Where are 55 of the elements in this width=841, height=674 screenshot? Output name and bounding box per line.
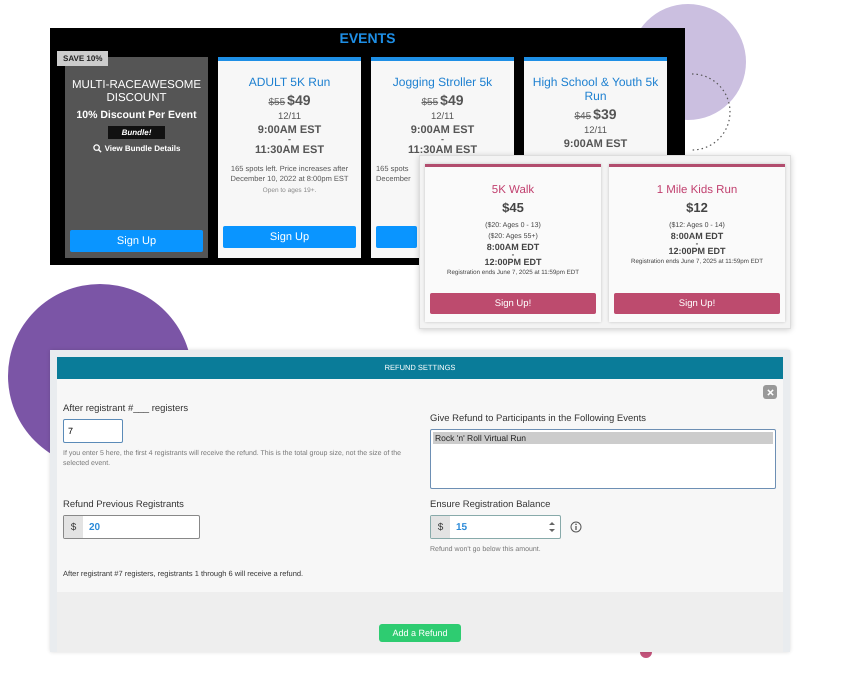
- end-time: 12:00PM EDT: [484, 257, 542, 267]
- old-price: $45: [574, 111, 592, 122]
- start-time: 9:00AM EST: [564, 138, 628, 150]
- sign-up-button[interactable]: Sign Up: [223, 226, 356, 248]
- info-icon[interactable]: [570, 521, 582, 533]
- search-icon: [92, 144, 102, 153]
- event-option[interactable]: Rock 'n' Roll Virtual Run: [433, 432, 773, 444]
- event-price: $45: [502, 200, 524, 215]
- event-price: $12: [686, 200, 708, 215]
- bundle-badge: Bundle!: [108, 126, 166, 139]
- close-icon: [766, 388, 774, 396]
- time-separator: -: [441, 136, 444, 142]
- time-separator: -: [512, 252, 514, 257]
- field-label: Ensure Registration Balance: [430, 499, 550, 510]
- bundle-title: MULTI-RACEAWESOME DISCOUNT: [70, 79, 202, 105]
- close-button[interactable]: [763, 385, 777, 399]
- events-listbox[interactable]: Rock 'n' Roll Virtual Run: [430, 429, 776, 489]
- refund-amount-field[interactable]: $ 20: [63, 515, 200, 539]
- event-price: $49: [440, 92, 464, 108]
- event-title: High School & Youth 5k Run: [532, 75, 660, 103]
- field-label: Give Refund to Participants in the Following Events: [430, 413, 646, 424]
- field-label: After registrant #___ registers: [63, 403, 188, 414]
- sign-up-button[interactable]: Sign Up!: [430, 293, 596, 314]
- spinner-icon[interactable]: [548, 520, 556, 534]
- event-date: 12/11: [278, 111, 302, 122]
- event-date: 12/11: [430, 111, 454, 122]
- old-price: $55: [421, 97, 438, 108]
- start-time: 9:00AM EST: [258, 124, 322, 136]
- event-title: ADULT 5K Run: [248, 75, 330, 89]
- old-price: $55: [268, 97, 286, 108]
- event-date: 12/11: [584, 125, 608, 136]
- time-separator: -: [288, 136, 291, 142]
- end-time: 11:30AM EST: [408, 144, 478, 156]
- events-heading: EVENTS: [338, 30, 396, 48]
- event-title: 1 Mile Kids Run: [656, 184, 738, 196]
- event-title: 5K Walk: [492, 184, 534, 196]
- event-price: $39: [593, 106, 617, 122]
- event-price: $49: [287, 92, 311, 108]
- start-time: 8:00AM EDT: [486, 242, 540, 252]
- start-time: 9:00AM EST: [410, 124, 474, 136]
- time-separator: -: [696, 241, 698, 246]
- event-title: Jogging Stroller 5k: [392, 75, 492, 89]
- sign-up-button[interactable]: Sign Up: [70, 230, 203, 252]
- end-time: 12:00PM EDT: [668, 246, 726, 256]
- amount-input[interactable]: 15: [450, 520, 548, 534]
- discount-ribbon: SAVE 10%: [57, 51, 108, 66]
- end-time: 11:30AM EST: [254, 144, 324, 156]
- balance-amount-field[interactable]: $ 15: [430, 515, 561, 539]
- bundle-subtitle: 10% Discount Per Event: [76, 109, 197, 121]
- sign-up-button[interactable]: Sign Up!: [614, 293, 780, 314]
- amount-input[interactable]: 20: [83, 520, 199, 534]
- registrant-number-field[interactable]: 7: [63, 419, 123, 443]
- field-label: Refund Previous Registrants: [63, 499, 184, 510]
- view-bundle-link[interactable]: View Bundle Details: [92, 144, 180, 153]
- start-time: 8:00AM EDT: [670, 231, 724, 241]
